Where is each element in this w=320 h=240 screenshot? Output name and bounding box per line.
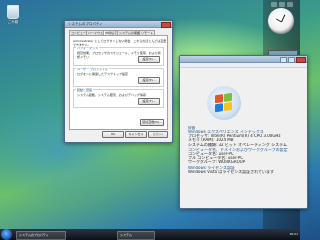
ok-button[interactable]: OK <box>102 131 124 138</box>
dialog-title: システムのプロパティ <box>68 22 103 26</box>
system-window[interactable]: 評価 Windows エクスペリエンス インデックス プロセッサ: Intel(… <box>179 55 308 209</box>
maximize-button[interactable] <box>288 56 295 63</box>
trash-icon <box>7 5 19 19</box>
apply-button[interactable]: 適用(A) <box>148 131 168 138</box>
address-bar[interactable] <box>180 63 307 68</box>
dialog-titlebar[interactable]: システムのプロパティ <box>65 21 172 28</box>
sidebar-controls[interactable] <box>271 2 293 7</box>
startup-recovery-settings-button[interactable]: 設定(T)... <box>138 98 160 105</box>
recycle-bin-label: ごみ箱 <box>7 20 19 24</box>
clock-gadget[interactable] <box>268 8 294 34</box>
info-row: システムの種類: 32 ビット オペレーティング システム <box>188 142 288 147</box>
group-description: ログオンに関連したデスクトップ設定 <box>77 72 129 76</box>
performance-settings-button[interactable]: 設定(S)... <box>138 56 160 63</box>
info-row: Windows Vista はライセンス認証されています <box>188 169 275 174</box>
windows-flag-icon <box>215 92 233 114</box>
minimize-button[interactable] <box>280 56 287 63</box>
performance-group: パフォーマンス 視覚効果、プロセッサのスケジュール、メモリ使用、および仮想メモリ… <box>73 46 164 66</box>
taskbar: システムのプロパティ システム 16:21 <box>0 229 300 240</box>
cancel-button[interactable]: キャンセル <box>125 131 147 138</box>
close-button[interactable] <box>161 21 171 28</box>
environment-variables-button[interactable]: 環境変数(N)... <box>140 119 164 126</box>
user-profiles-group: ユーザー プロファイル ログオンに関連したデスクトップ設定 設定(E)... <box>73 67 164 87</box>
windows-logo <box>207 86 241 120</box>
close-button[interactable] <box>296 56 306 63</box>
start-button[interactable] <box>1 229 12 240</box>
startup-recovery-group: 起動と回復 システム起動、システム障害、およびデバッグ情報 設定(T)... <box>73 88 164 108</box>
system-titlebar[interactable] <box>180 56 307 63</box>
system-properties-dialog[interactable]: システムのプロパティ コンピュータ名 ハードウェア 詳細設定 システムの保護 リ… <box>64 20 173 143</box>
system-info: Windows エクスペリエンス インデックス プロセッサ: Intel(R) … <box>188 130 295 174</box>
group-title: ユーザー プロファイル <box>76 67 109 71</box>
advanced-panel: Administrator としてログオンしない場合、これらのほとんどは変更でき… <box>69 35 168 130</box>
user-profiles-settings-button[interactable]: 設定(E)... <box>138 77 160 84</box>
info-row: ワークグループ: WORKGROUP <box>188 160 246 165</box>
clock-minute-hand <box>275 18 282 23</box>
group-description: システム起動、システム障害、およびデバッグ情報 <box>77 93 146 97</box>
group-title: パフォーマンス <box>76 46 99 50</box>
tray-clock[interactable]: 16:21 <box>289 231 298 238</box>
group-title: 起動と回復 <box>76 88 94 92</box>
recycle-bin-icon[interactable]: ごみ箱 <box>5 5 21 25</box>
taskbar-button[interactable]: システム <box>117 231 155 240</box>
taskbar-button[interactable]: システムのプロパティ <box>16 231 66 240</box>
